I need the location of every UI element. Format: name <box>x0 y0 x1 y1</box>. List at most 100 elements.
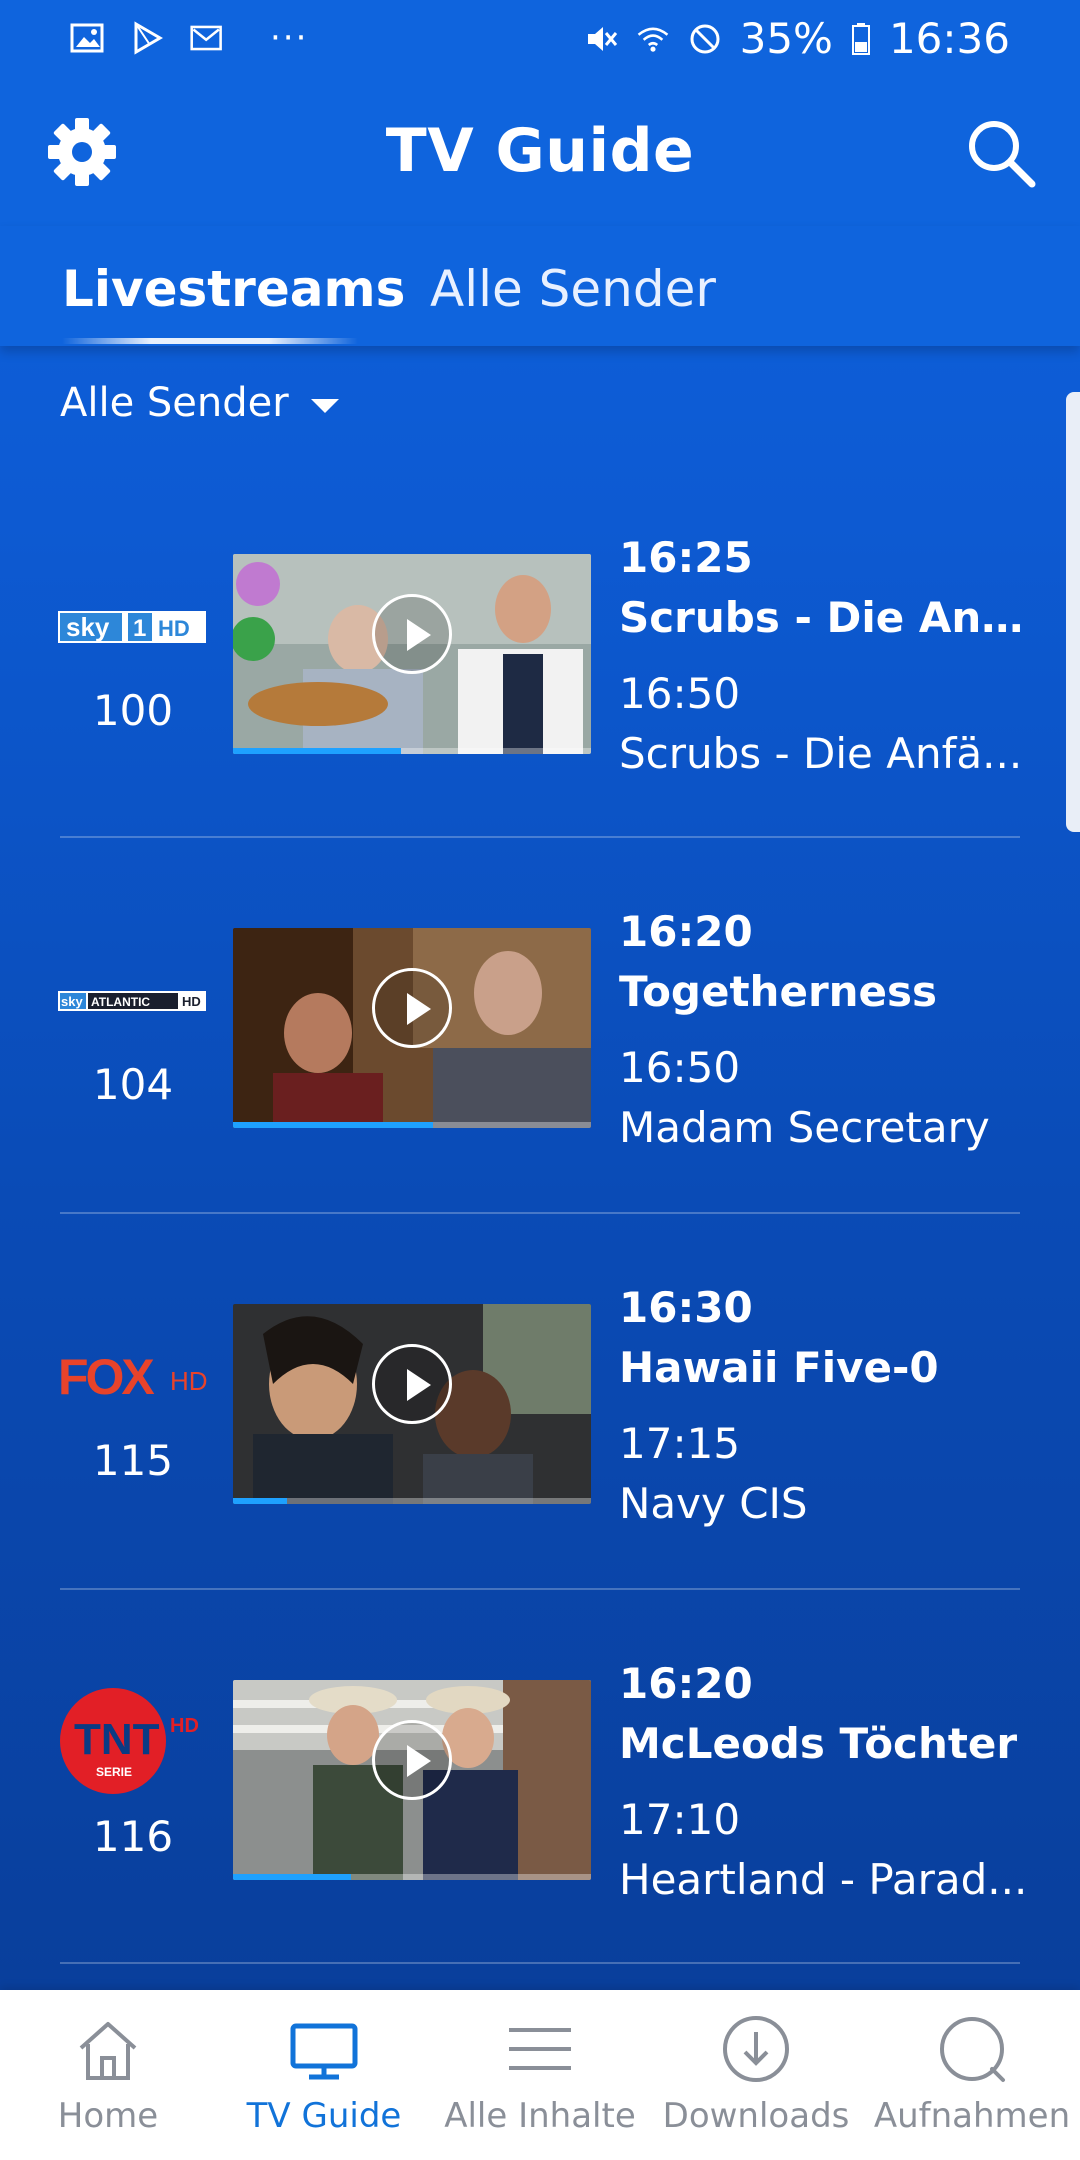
now-time: 16:25 <box>619 533 753 582</box>
do-not-disturb-icon <box>690 24 720 53</box>
page-title: TV Guide <box>385 116 695 186</box>
active-tab-indicator <box>62 338 358 344</box>
gallery-notification-icon <box>70 23 104 53</box>
next-time: 17:15 <box>619 1419 741 1468</box>
now-time: 16:20 <box>619 907 753 956</box>
stream-thumbnail[interactable] <box>233 554 591 754</box>
svg-text:TNT: TNT <box>74 1715 160 1764</box>
nav-alle-inhalte[interactable]: Alle Inhalte <box>432 1990 648 2160</box>
svg-text:ATLANTIC: ATLANTIC <box>91 995 150 1009</box>
tab-livestreams[interactable]: Livestreams <box>62 260 405 318</box>
progress-fill <box>233 1498 287 1504</box>
battery-icon <box>851 22 870 55</box>
nav-downloads[interactable]: Downloads <box>648 1990 864 2160</box>
channel-number: 116 <box>92 1812 174 1861</box>
next-title: Heartland - Parad... <box>619 1855 1028 1904</box>
now-time: 16:20 <box>619 1659 753 1708</box>
play-button[interactable] <box>372 1344 452 1424</box>
battery-percent: 35% <box>739 14 833 63</box>
sky-atlantic-logo: sky ATLANTIC HD <box>58 946 208 1056</box>
progress-fill <box>233 1122 433 1128</box>
program-info: 16:25 Scrubs - Die Anfä... 16:50 Scrubs … <box>619 528 1039 784</box>
channel-number: 115 <box>92 1436 174 1485</box>
tab-bar: Livestreams Alle Sender <box>0 226 1080 346</box>
caret-down-icon <box>310 399 339 413</box>
channel-row[interactable]: FOX HD 115 16:30 Hawaii Five-0 17:15 Nav… <box>0 1283 1080 1677</box>
app-bar: TV Guide <box>0 76 1080 226</box>
download-icon <box>723 2016 789 2082</box>
now-title: Togetherness <box>619 967 938 1016</box>
mail-notification-icon <box>190 25 222 51</box>
channel-filter-label: Alle Sender <box>60 380 289 426</box>
search-icon[interactable] <box>962 114 1038 190</box>
progress-fill <box>233 1874 351 1880</box>
nav-downloads-label: Downloads <box>662 2096 850 2136</box>
svg-text:sky: sky <box>61 994 83 1009</box>
next-title: Navy CIS <box>619 1479 808 1528</box>
now-time: 16:30 <box>619 1283 753 1332</box>
play-button[interactable] <box>372 594 452 674</box>
svg-text:SERIE: SERIE <box>96 1765 132 1779</box>
channel-number: 104 <box>92 1060 174 1109</box>
tnt-serie-logo: TNT SERIE HD <box>58 1686 208 1796</box>
now-title: McLeods Töchter <box>619 1719 1018 1768</box>
row-divider <box>60 836 1020 838</box>
program-info: 16:20 Togetherness 16:50 Madam Secretary <box>619 902 1039 1158</box>
fox-hd-logo: FOX HD <box>58 1322 208 1432</box>
tv-icon <box>290 2023 358 2080</box>
next-title: Madam Secretary <box>619 1103 990 1152</box>
nav-aufnahmen-label: Aufnahmen <box>873 2096 1071 2136</box>
mute-icon <box>587 26 617 51</box>
nav-aufnahmen[interactable]: Aufnahmen <box>864 1990 1080 2160</box>
sky1-logo: sky 1 HD <box>58 572 208 682</box>
play-button[interactable] <box>372 968 452 1048</box>
channel-filter-dropdown[interactable]: Alle Sender <box>60 380 339 426</box>
channel-number: 100 <box>92 686 174 735</box>
program-info: 16:30 Hawaii Five-0 17:15 Navy CIS <box>619 1278 1039 1534</box>
svg-text:HD: HD <box>158 616 190 641</box>
sky1-logo-mark: sky 1 HD <box>58 611 206 643</box>
now-title: Hawaii Five-0 <box>619 1343 939 1392</box>
menu-icon <box>509 2028 571 2070</box>
next-time: 17:10 <box>619 1795 741 1844</box>
next-title: Scrubs - Die Anfä... <box>619 729 1023 778</box>
stream-thumbnail[interactable] <box>233 928 591 1128</box>
svg-text:FOX: FOX <box>58 1352 154 1402</box>
tnt-serie-logo-mark: TNT SERIE HD <box>60 1688 199 1794</box>
stream-thumbnail[interactable] <box>233 1304 591 1504</box>
home-icon <box>79 2022 137 2080</box>
channel-row[interactable]: sky 1 HD 100 16:25 Scrubs - Die Anfä... … <box>0 533 1080 927</box>
nav-tv-guide[interactable]: TV Guide <box>216 1990 432 2160</box>
nav-alle-inhalte-label: Alle Inhalte <box>444 2096 636 2136</box>
nav-home[interactable]: Home <box>0 1990 216 2160</box>
nav-home-label: Home <box>57 2096 159 2136</box>
svg-text:HD: HD <box>182 994 201 1009</box>
tv-guide-screen: ··· 35% 16:36 TV Guide Livestreams Alle … <box>0 0 1080 2160</box>
record-icon <box>940 2017 1005 2082</box>
program-info: 16:20 McLeods Töchter 17:10 Heartland - … <box>619 1654 1039 1910</box>
progress-fill <box>233 748 401 754</box>
more-notifications: ··· <box>270 18 309 58</box>
svg-text:sky: sky <box>66 612 110 642</box>
fox-hd-logo-mark: FOX HD <box>58 1352 208 1402</box>
next-time: 16:50 <box>619 669 741 718</box>
channel-row[interactable]: sky ATLANTIC HD 104 16:20 Togetherness 1… <box>0 907 1080 1301</box>
bottom-navigation: Home TV Guide Alle Inhalte Downloads Auf… <box>0 1990 1080 2160</box>
svg-text:HD: HD <box>170 1366 208 1396</box>
wifi-icon <box>637 27 668 52</box>
row-divider <box>60 1962 1020 1964</box>
svg-text:HD: HD <box>170 1715 199 1737</box>
play-store-notification-icon <box>134 21 163 55</box>
stream-thumbnail[interactable] <box>233 1680 591 1880</box>
nav-tv-guide-label: TV Guide <box>246 2096 402 2136</box>
now-title: Scrubs - Die Anfä... <box>619 593 1039 642</box>
next-time: 16:50 <box>619 1043 741 1092</box>
svg-text:1: 1 <box>133 615 146 642</box>
tab-alle-sender[interactable]: Alle Sender <box>430 260 716 318</box>
clock: 16:36 <box>888 14 1010 63</box>
status-bar: ··· 35% 16:36 <box>0 0 1080 76</box>
row-divider <box>60 1212 1020 1214</box>
play-button[interactable] <box>372 1720 452 1800</box>
sky-atlantic-logo-mark: sky ATLANTIC HD <box>58 991 206 1011</box>
row-divider <box>60 1588 1020 1590</box>
